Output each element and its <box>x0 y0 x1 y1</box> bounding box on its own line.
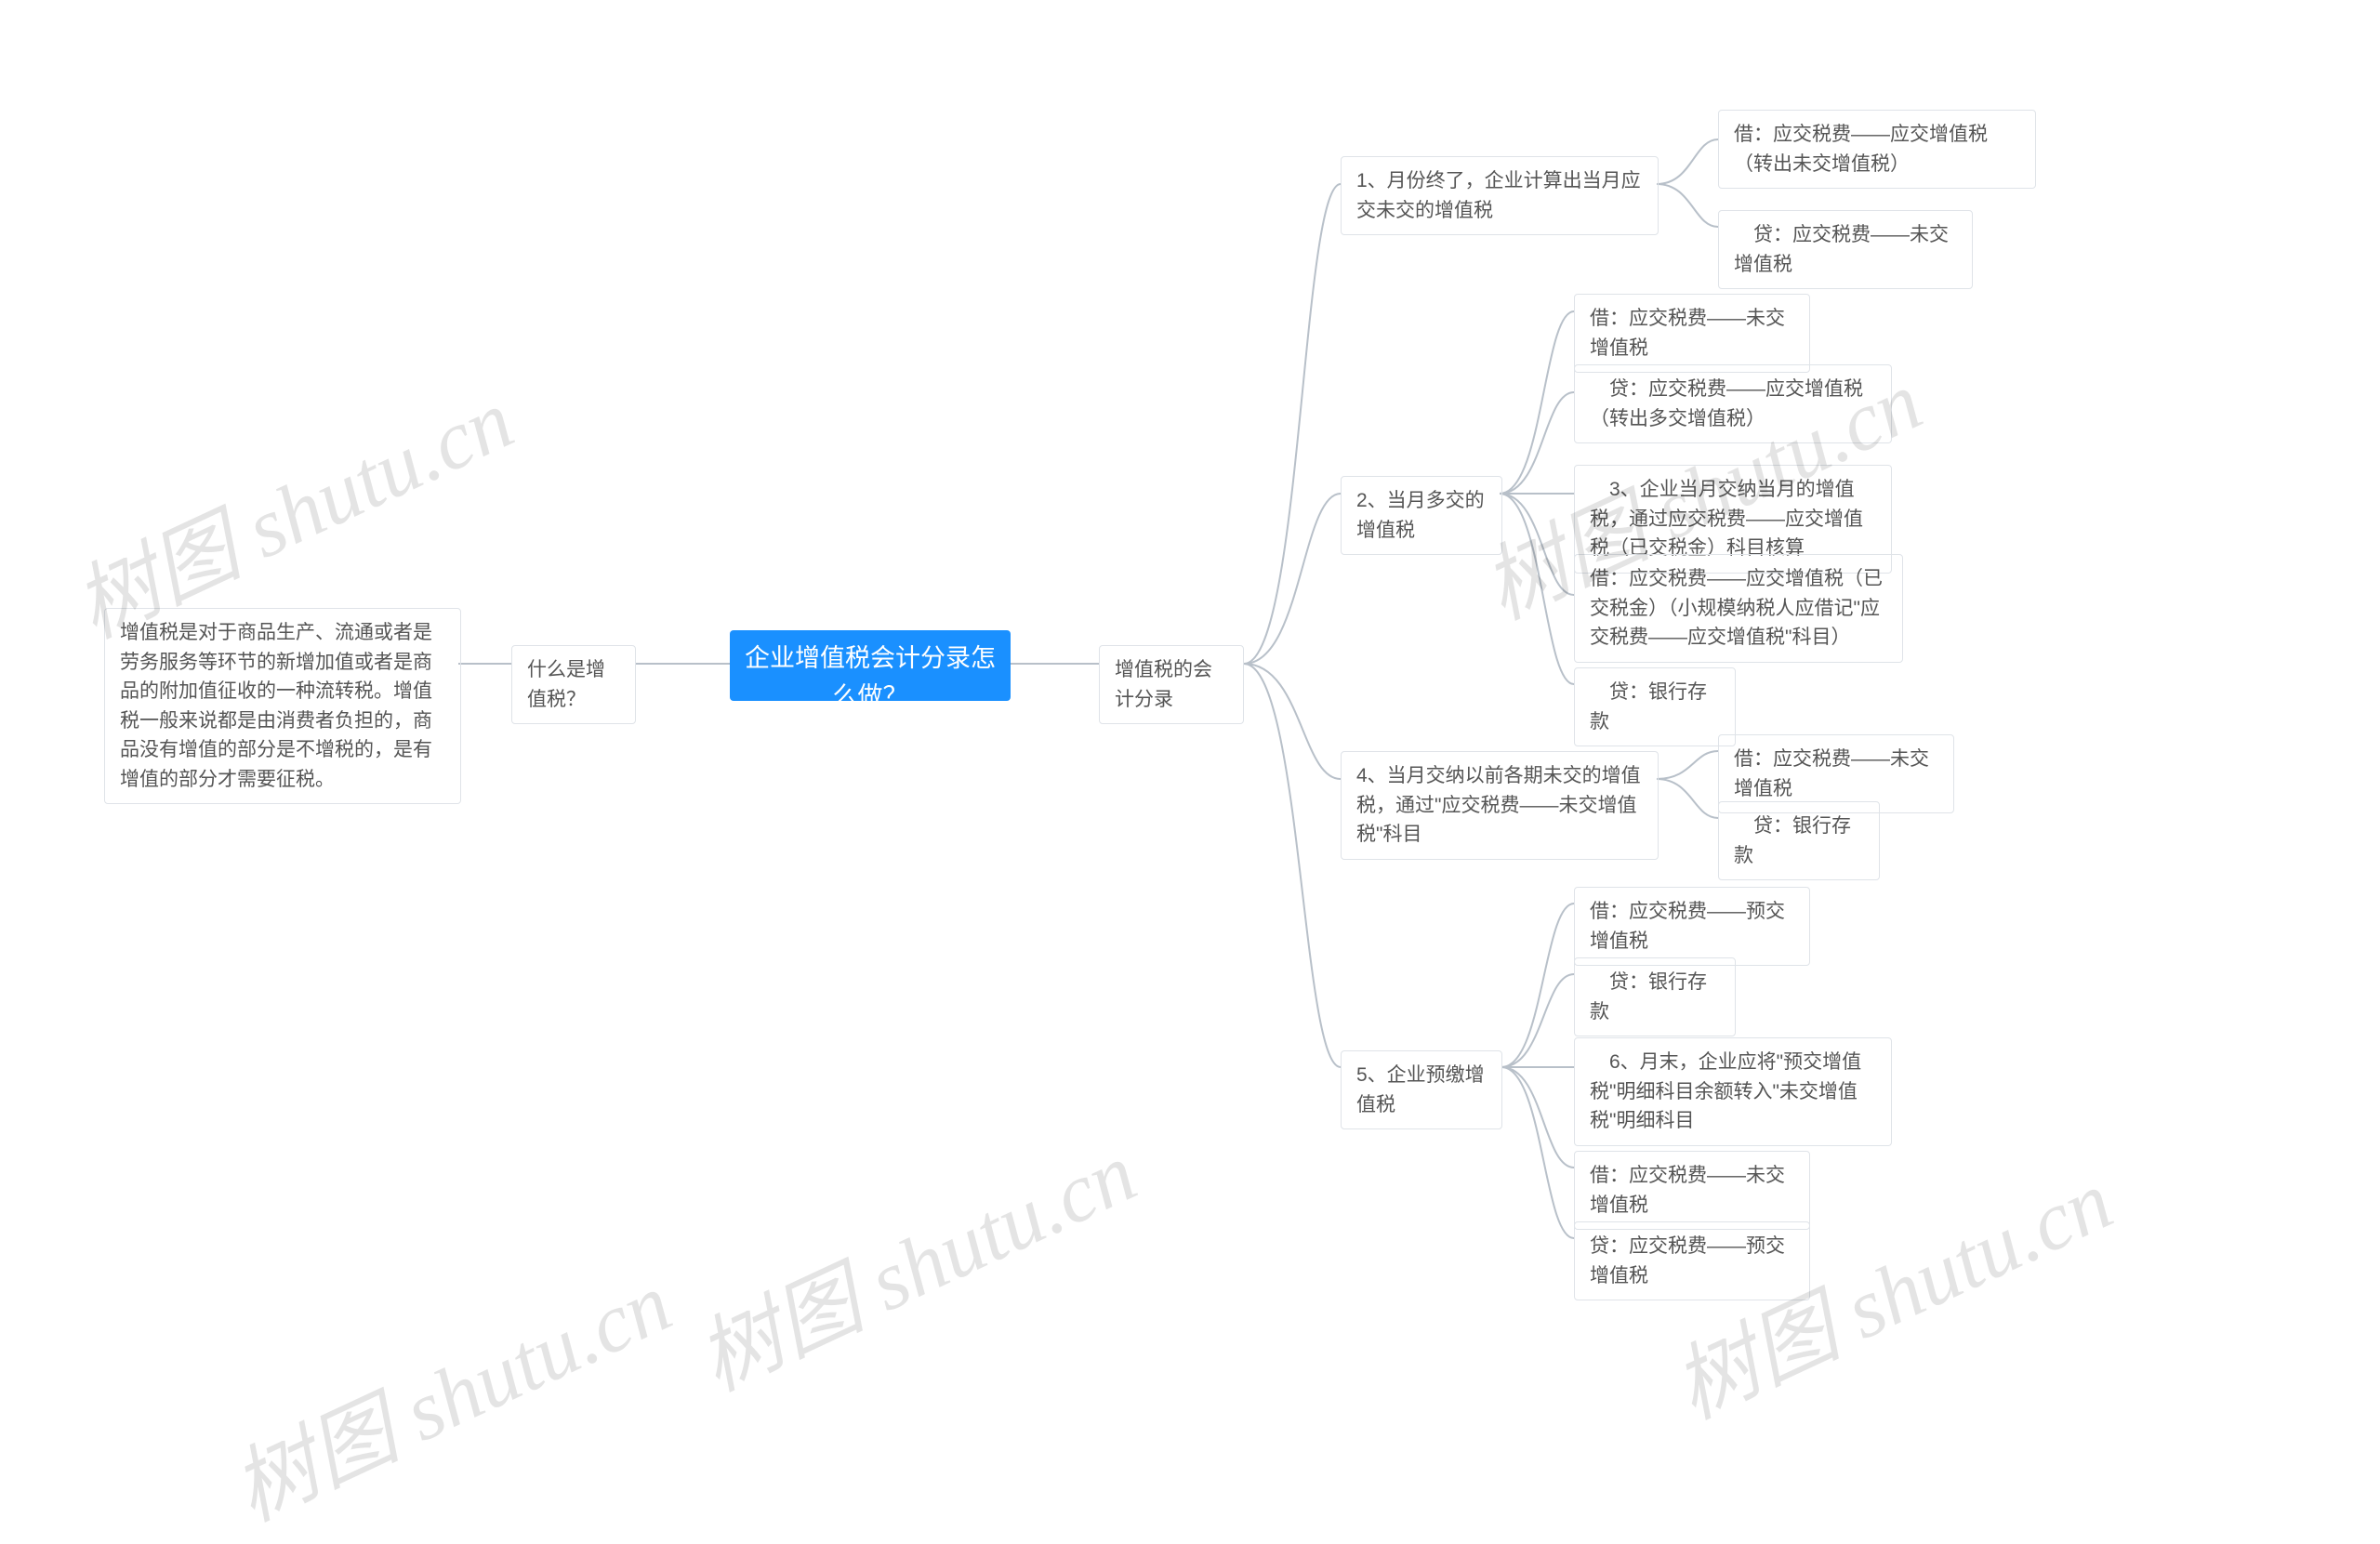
node-n5b[interactable]: 贷：银行存款 <box>1574 957 1736 1036</box>
node-n1b[interactable]: 贷：应交税费——未交增值税 <box>1718 210 1973 289</box>
node-n5e[interactable]: 贷：应交税费——预交增值税 <box>1574 1221 1810 1300</box>
node-n1a[interactable]: 借：应交税费——应交增值税（转出未交增值税） <box>1718 110 2036 189</box>
node-entries-head[interactable]: 增值税的会计分录 <box>1099 645 1244 724</box>
node-n4[interactable]: 4、当月交纳以前各期未交的增值税，通过"应交税费——未交增值税"科目 <box>1341 751 1659 860</box>
node-n2[interactable]: 2、当月多交的增值税 <box>1341 476 1502 555</box>
node-n1[interactable]: 1、月份终了，企业计算出当月应交未交的增值税 <box>1341 156 1659 235</box>
root-node[interactable]: 企业增值税会计分录怎么做？ <box>730 630 1011 701</box>
node-n4b[interactable]: 贷：银行存款 <box>1718 801 1880 880</box>
node-n2d[interactable]: 借：应交税费——应交增值税（已交税金）（小规模纳税人应借记"应交税费——应交增值… <box>1574 554 1903 663</box>
node-n2e[interactable]: 贷：银行存款 <box>1574 667 1736 746</box>
node-n5[interactable]: 5、企业预缴增值税 <box>1341 1050 1502 1129</box>
node-n2a[interactable]: 借：应交税费——未交增值税 <box>1574 294 1810 373</box>
watermark: 树图 shutu.cn <box>675 1105 1152 1413</box>
node-n5d[interactable]: 借：应交税费——未交增值税 <box>1574 1151 1810 1230</box>
watermark: 树图 shutu.cn <box>210 1235 687 1543</box>
node-n5a[interactable]: 借：应交税费——预交增值税 <box>1574 887 1810 966</box>
node-n5c[interactable]: 6、月末，企业应将"预交增值税"明细科目余额转入"未交增值税"明细科目 <box>1574 1037 1892 1146</box>
node-n2b[interactable]: 贷：应交税费——应交增值税（转出多交增值税） <box>1574 364 1892 443</box>
node-left-question[interactable]: 什么是增值税？ <box>511 645 636 724</box>
node-left-answer[interactable]: 增值税是对于商品生产、流通或者是劳务服务等环节的新增加值或者是商品的附加值征收的… <box>104 608 461 804</box>
